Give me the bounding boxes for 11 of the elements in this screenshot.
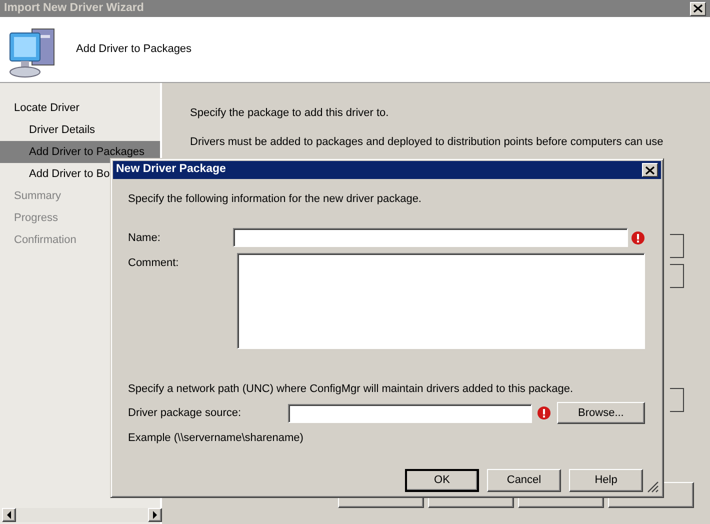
description-text: Drivers must be added to packages and deployed to distribution points before computers can use — [190, 135, 664, 150]
field-label: Driver package source: — [128, 406, 242, 421]
field-label: Name: — [128, 230, 162, 246]
field-label: Comment: — [128, 256, 180, 270]
hint-text: Specify a network path (UNC) where ConfigMgr will maintain drivers added to this package. — [128, 382, 574, 396]
instruction-text: Specify the package to add this driver to. — [190, 106, 390, 121]
dialog-title: New Driver Package — [116, 162, 226, 178]
window-title: Import New Driver Wizard — [4, 0, 144, 16]
page-heading: Add Driver to Packages — [76, 42, 192, 58]
intro-text: Specify the following information for the new driver package. — [128, 192, 422, 207]
example-text: Example (\\servername\sharename) — [128, 431, 304, 446]
